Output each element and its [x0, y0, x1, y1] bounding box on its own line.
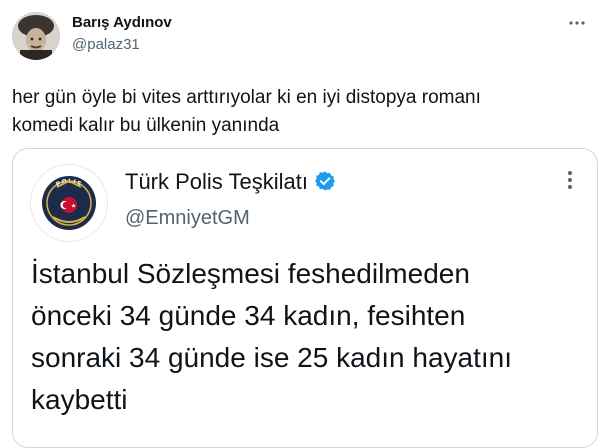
quoted-text-line: önceki 34 günde 34 kadın, fesihten: [31, 300, 466, 331]
quoted-author-name[interactable]: Türk Polis Teşkilatı: [125, 169, 336, 198]
quoted-text-line: kaybetti: [31, 384, 128, 415]
ellipsis-icon: [569, 21, 585, 25]
vertical-ellipsis-dot: [568, 185, 572, 189]
quoted-more-options-button[interactable]: [567, 171, 573, 191]
quoted-author-name-text: Türk Polis Teşkilatı: [125, 169, 308, 194]
more-options-button[interactable]: [568, 14, 586, 35]
author-name[interactable]: Barış Aydınov: [72, 14, 172, 31]
tweet-text-line: komedi kalır bu ülkenin yanında: [12, 115, 280, 136]
tweet-text-line: her gün öyle bi vites arttırıyolar ki en…: [12, 87, 481, 108]
quoted-author-handle[interactable]: @EmniyetGM: [125, 207, 250, 230]
quoted-tweet-text: İstanbul Sözleşmesi feshedilmeden önceki…: [31, 253, 591, 421]
author-avatar[interactable]: [12, 12, 60, 60]
police-badge-logo-icon: POLIS: [31, 165, 107, 241]
vertical-ellipsis-dot: [568, 171, 572, 175]
vertical-ellipsis-dot: [568, 178, 572, 182]
quoted-text-line: sonraki 34 günde ise 25 kadın hayatını: [31, 342, 513, 373]
tweet-text: her gün öyle bi vites arttırıyolar ki en…: [12, 84, 588, 140]
quoted-author-avatar[interactable]: POLIS: [31, 165, 107, 241]
tweet: Barış Aydınov @palaz31 her gün öyle bi v…: [0, 0, 600, 448]
quoted-tweet-card[interactable]: POLIS Türk Polis Teşkilatı @EmniyetGM İs…: [12, 148, 598, 448]
author-handle[interactable]: @palaz31: [72, 36, 140, 53]
verified-badge-icon: [314, 170, 336, 198]
user-avatar-icon: [12, 12, 60, 60]
quoted-text-line: İstanbul Sözleşmesi feshedilmeden: [31, 258, 470, 289]
